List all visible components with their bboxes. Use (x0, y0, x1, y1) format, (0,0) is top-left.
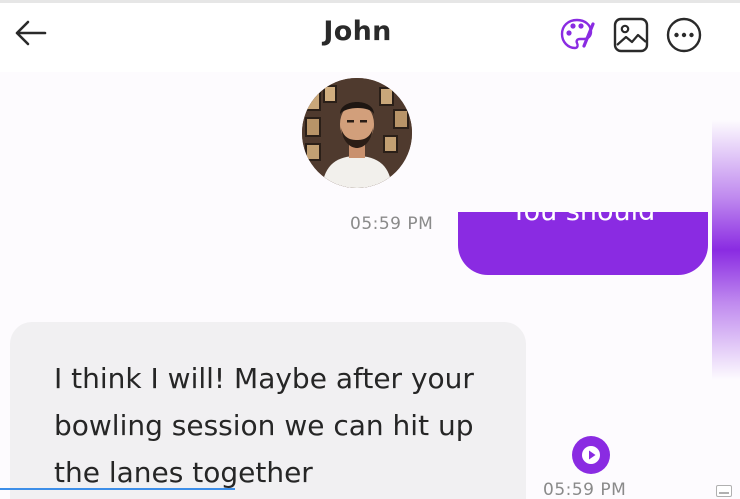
play-audio-button[interactable] (572, 436, 610, 474)
more-options-button[interactable] (664, 16, 702, 54)
message-timestamp: 05:59 PM (543, 480, 627, 499)
status-strip (0, 0, 740, 3)
message-timestamp: 05:59 PM (350, 214, 434, 234)
contact-avatar[interactable] (302, 78, 412, 188)
palette-icon (560, 18, 595, 50)
progress-line (0, 488, 235, 490)
message-text: I think I will! Maybe after your bowling… (54, 362, 474, 489)
theme-button[interactable] (558, 16, 596, 54)
contact-name: John (323, 16, 392, 47)
message-text: You should (458, 212, 708, 227)
incoming-message-bubble[interactable]: I think I will! Maybe after your bowling… (10, 322, 526, 499)
avatar-portrait (302, 78, 412, 188)
gallery-button[interactable] (612, 16, 650, 54)
play-icon (582, 446, 600, 464)
chat-header: John (0, 0, 740, 72)
image-icon (613, 17, 649, 53)
outgoing-message-bubble[interactable]: You should (458, 212, 708, 275)
more-horizontal-icon (666, 17, 702, 53)
back-button[interactable] (10, 16, 50, 50)
arrow-left-icon (15, 20, 47, 46)
scroll-indicator[interactable] (712, 120, 740, 380)
keyboard-icon[interactable] (716, 482, 732, 497)
keyboard-glyph (716, 485, 732, 497)
